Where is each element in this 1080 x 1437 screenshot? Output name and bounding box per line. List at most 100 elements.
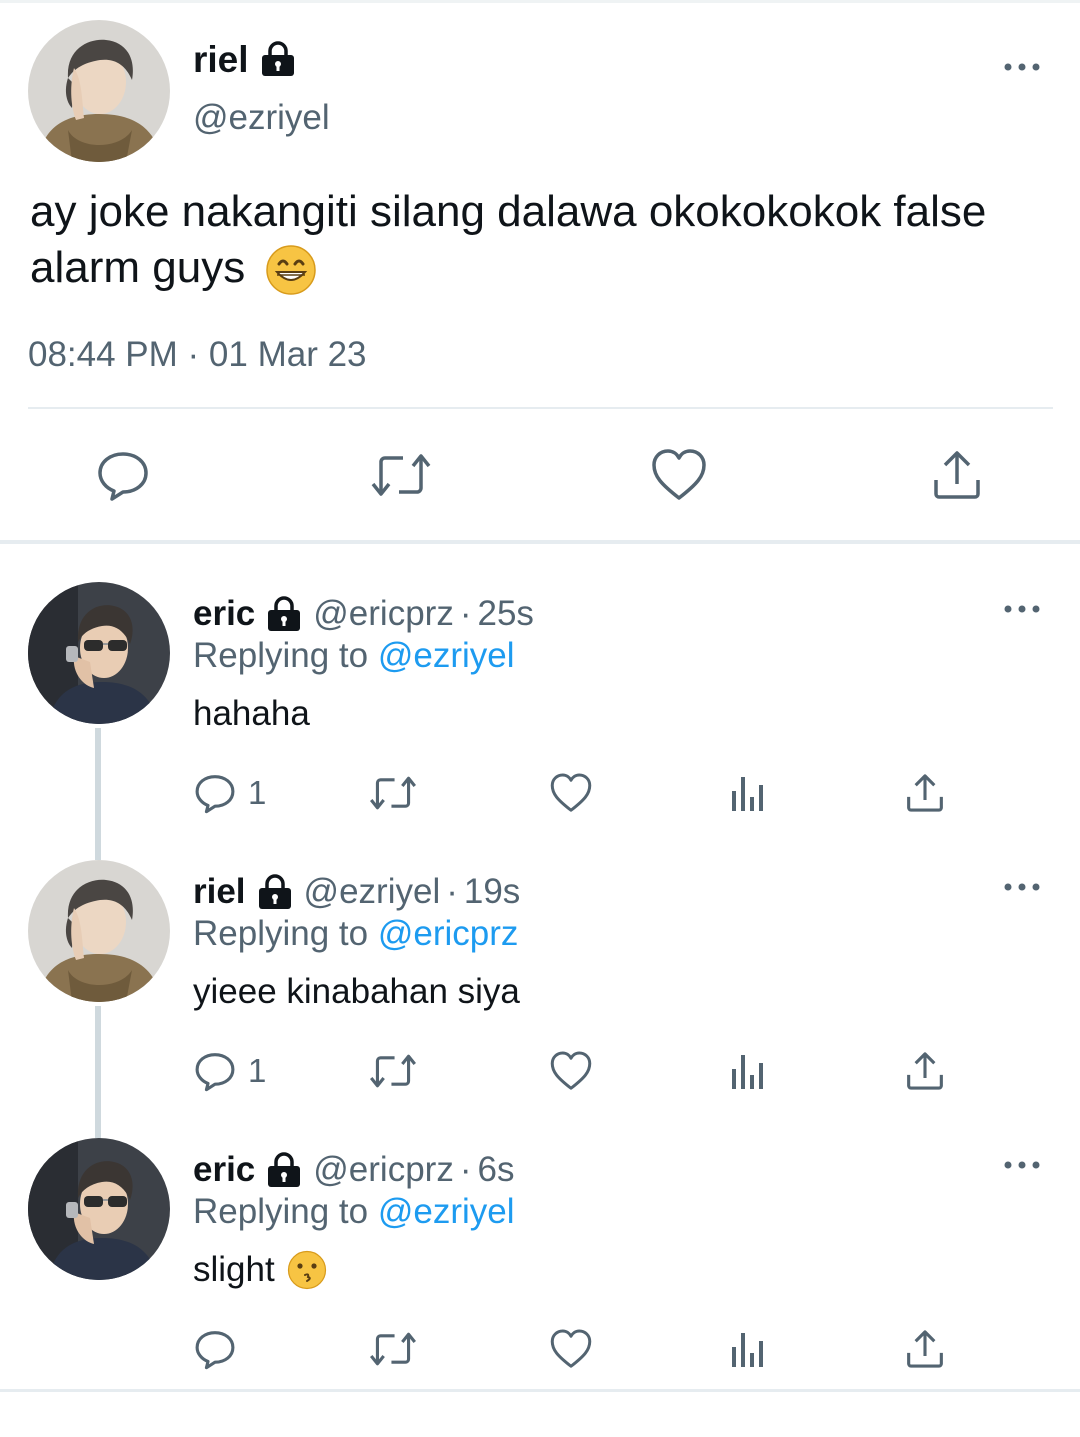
tweet-text: ay joke nakangiti silang dalawa okokokok…: [30, 184, 1070, 296]
share-icon: [904, 772, 946, 814]
like-button[interactable]: [550, 1046, 592, 1096]
comment-icon: [194, 1328, 236, 1370]
replying-to-handle[interactable]: @ezriyel: [378, 636, 515, 675]
comment-icon: [194, 1050, 236, 1092]
tweet-actions: [0, 440, 1080, 510]
reply-text-body: hahaha: [193, 694, 310, 733]
retweet-button[interactable]: [368, 1324, 418, 1374]
retweet-icon: [368, 1328, 418, 1370]
avatar-eric[interactable]: [28, 582, 170, 724]
author-name-text: riel: [193, 39, 249, 80]
heart-icon: [550, 772, 592, 814]
reply-button[interactable]: 1: [194, 1046, 266, 1096]
replying-label: Replying to: [193, 914, 369, 953]
reply-age[interactable]: 6s: [477, 1148, 514, 1192]
more-options-icon[interactable]: [996, 872, 1048, 902]
retweet-icon: [368, 772, 418, 814]
replying-label: Replying to: [193, 636, 369, 675]
share-button[interactable]: [904, 1046, 946, 1096]
avatar-riel[interactable]: [28, 20, 170, 162]
more-options-icon[interactable]: [996, 594, 1048, 624]
section-divider: [0, 540, 1080, 544]
analytics-button[interactable]: [730, 768, 766, 818]
avatar-eric[interactable]: [28, 1138, 170, 1280]
reply-text: slight: [193, 1248, 327, 1292]
replying-to: Replying to @ezriyel: [193, 1190, 515, 1234]
reply-text-body: yieee kinabahan siya: [193, 972, 520, 1011]
kissing-emoji-icon: [287, 1250, 327, 1290]
separator-dot: ·: [446, 872, 458, 911]
reply-text: yieee kinabahan siya: [193, 970, 520, 1014]
heart-icon: [651, 448, 707, 502]
share-icon: [904, 1050, 946, 1092]
tweet-text-body: ay joke nakangiti silang dalawa okokokok…: [30, 187, 987, 292]
share-button[interactable]: [904, 768, 946, 818]
separator-dot: ·: [459, 594, 472, 633]
replying-to: Replying to @ericprz: [193, 912, 518, 956]
grinning-emoji-icon: [265, 244, 317, 296]
reply-count: 1: [248, 774, 267, 811]
like-button[interactable]: [550, 768, 592, 818]
author-handle[interactable]: @ericprz: [313, 592, 454, 636]
analytics-icon: [730, 1329, 766, 1369]
bottom-divider: [0, 1389, 1080, 1392]
more-options-icon[interactable]: [996, 1150, 1048, 1180]
heart-icon: [550, 1328, 592, 1370]
share-button[interactable]: [904, 1324, 946, 1374]
author-handle[interactable]: @ezriyel: [193, 96, 330, 140]
author-handle[interactable]: @ericprz: [313, 1148, 454, 1192]
reply-count: 1: [248, 1052, 267, 1089]
author-name[interactable]: eric: [193, 1148, 255, 1192]
like-button[interactable]: [550, 1324, 592, 1374]
divider: [28, 407, 1053, 409]
share-icon: [904, 1328, 946, 1370]
lock-icon: [259, 41, 297, 79]
comment-icon: [194, 772, 236, 814]
retweet-icon: [368, 1050, 418, 1092]
share-button[interactable]: [922, 440, 992, 510]
retweet-icon: [369, 448, 433, 502]
reply-tweet[interactable]: eric @ericprz · 25s Replying to @ezriyel…: [0, 582, 1080, 860]
tweet-timestamp[interactable]: 08:44 PM · 01 Mar 23: [28, 333, 367, 377]
analytics-icon: [730, 1051, 766, 1091]
reply-text-body: slight: [193, 1250, 275, 1289]
avatar-riel[interactable]: [28, 860, 170, 1002]
author-handle[interactable]: @ezriyel: [304, 870, 441, 914]
comment-icon: [96, 448, 150, 502]
retweet-button[interactable]: [368, 768, 418, 818]
analytics-button[interactable]: [730, 1324, 766, 1374]
reply-tweet[interactable]: eric @ericprz · 6s Replying to @ezriyel …: [0, 1138, 1080, 1416]
analytics-button[interactable]: [730, 1046, 766, 1096]
reply-header: eric @ericprz · 25s: [193, 592, 534, 636]
lock-icon: [265, 596, 303, 632]
share-icon: [930, 448, 984, 502]
like-button[interactable]: [644, 440, 714, 510]
lock-icon: [265, 1152, 303, 1188]
retweet-button[interactable]: [368, 1046, 418, 1096]
replying-label: Replying to: [193, 1192, 369, 1231]
reply-age[interactable]: 25s: [477, 592, 533, 636]
reply-actions: 1: [0, 1046, 1080, 1096]
replying-to-handle[interactable]: @ezriyel: [378, 1192, 515, 1231]
replying-to: Replying to @ezriyel: [193, 634, 515, 678]
reply-actions: [0, 1324, 1080, 1374]
reply-text: hahaha: [193, 692, 310, 736]
main-tweet: riel @ezriyel ay joke nakangiti silang d…: [0, 0, 1080, 542]
reply-header: eric @ericprz · 6s: [193, 1148, 514, 1192]
replying-to-handle[interactable]: @ericprz: [378, 914, 519, 953]
reply-button[interactable]: [194, 1324, 248, 1374]
reply-age[interactable]: 19s: [464, 870, 520, 914]
reply-actions: 1: [0, 768, 1080, 818]
heart-icon: [550, 1050, 592, 1092]
reply-button[interactable]: 1: [194, 768, 266, 818]
author-name[interactable]: riel: [193, 870, 246, 914]
more-options-icon[interactable]: [996, 52, 1048, 82]
author-name[interactable]: eric: [193, 592, 255, 636]
reply-header: riel @ezriyel · 19s: [193, 870, 520, 914]
reply-button[interactable]: [88, 440, 158, 510]
lock-icon: [256, 874, 294, 910]
reply-tweet[interactable]: riel @ezriyel · 19s Replying to @ericprz…: [0, 860, 1080, 1138]
retweet-button[interactable]: [366, 440, 436, 510]
separator-dot: ·: [459, 1150, 472, 1189]
author-name[interactable]: riel: [193, 38, 297, 82]
